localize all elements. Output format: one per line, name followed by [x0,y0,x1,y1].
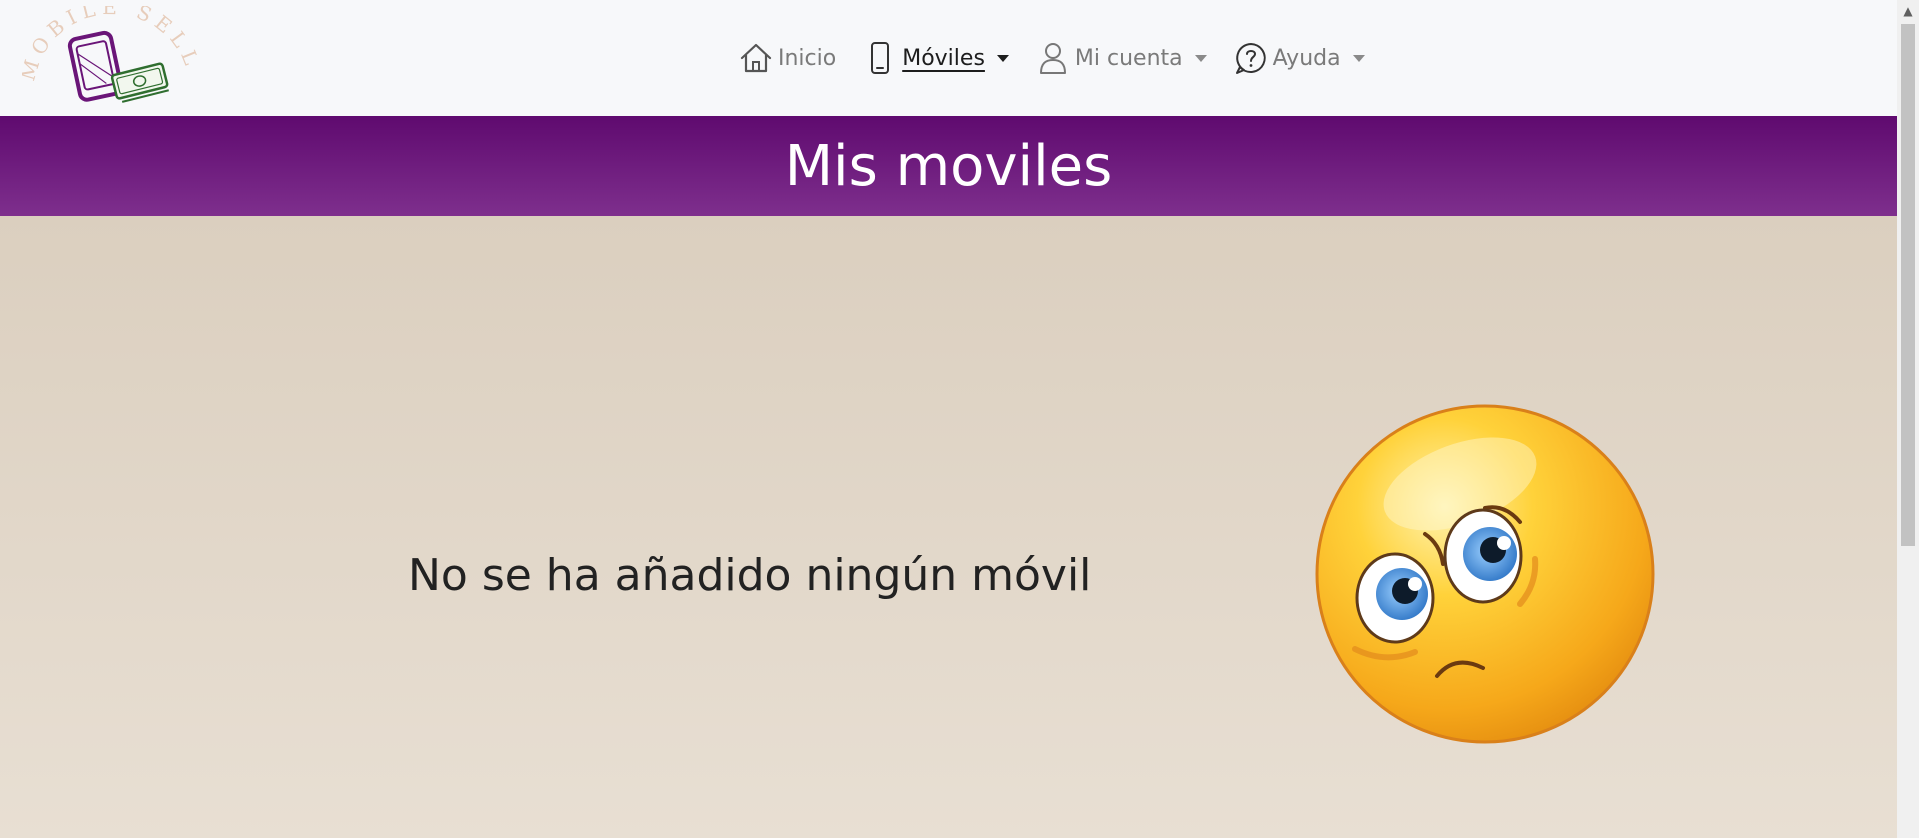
chevron-down-icon [1194,54,1207,62]
nav-mi-cuenta-dropdown[interactable]: Mi cuenta [1035,38,1207,78]
navbar: MOBILE SELL Inicio [0,0,1897,116]
vertical-scrollbar[interactable]: ▲ [1897,0,1919,838]
main-nav: Inicio Móviles Mi cuenta Ayuda [738,38,1391,78]
chevron-down-icon [996,54,1009,62]
nav-inicio[interactable]: Inicio [738,38,836,78]
nav-ayuda-dropdown[interactable]: Ayuda [1233,38,1365,78]
nav-moviles-label: Móviles [902,45,985,71]
nav-inicio-label: Inicio [778,45,837,71]
page-header-banner: Mis moviles [0,116,1897,216]
home-icon [740,43,772,73]
brand-logo[interactable]: MOBILE SELL [15,0,202,106]
page-title: Mis moviles [784,133,1113,199]
scroll-thumb[interactable] [1901,24,1915,546]
scroll-up-arrow-icon[interactable]: ▲ [1897,0,1919,22]
nav-ayuda-label: Ayuda [1272,45,1341,71]
nav-moviles-dropdown[interactable]: Móviles [862,38,1009,78]
sad-face-emoji-icon [1315,404,1655,744]
empty-state-message: No se ha añadido ningún móvil [408,550,1092,601]
chevron-down-icon [1352,54,1365,62]
nav-mi-cuenta-label: Mi cuenta [1074,45,1183,71]
user-icon [1039,43,1066,74]
smartphone-icon [871,42,890,74]
help-circle-icon [1235,43,1266,74]
